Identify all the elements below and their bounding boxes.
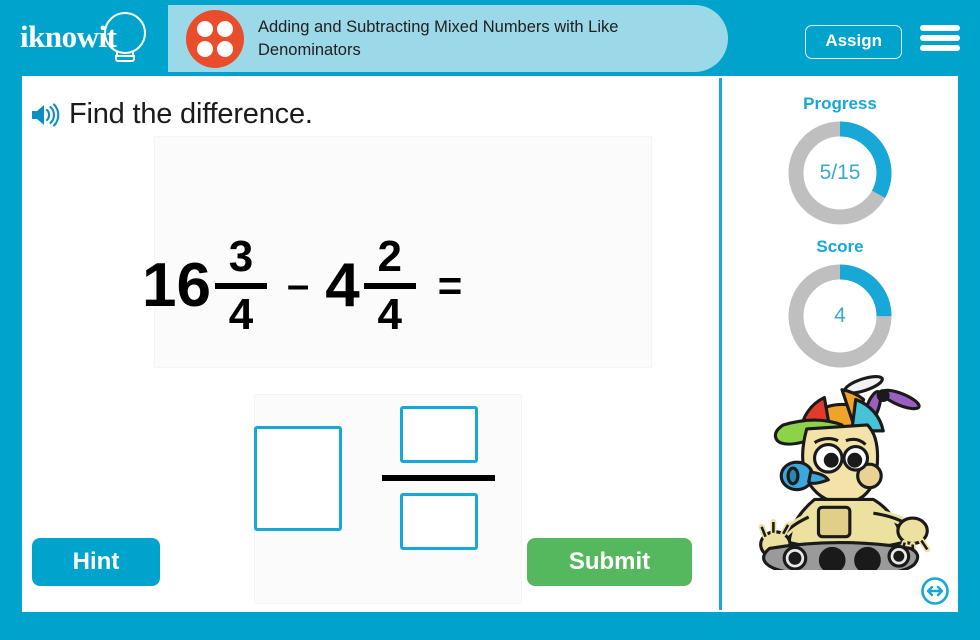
score-label: Score: [816, 237, 864, 256]
left-whole-number: 16: [142, 250, 211, 320]
question-prompt-text: Find the difference.: [69, 98, 313, 130]
answer-input-area: [254, 406, 495, 550]
math-equation: 16 3 4 – 4 2 4 =: [142, 234, 462, 338]
question-prompt-row: Find the difference.: [30, 98, 313, 131]
lesson-window: iknowit Adding and Subtracting Mixed Num…: [0, 0, 980, 640]
progress-value: 5/15: [819, 161, 861, 184]
right-fraction: 2 4: [363, 232, 416, 339]
robot-mascot-propeller-hat: [758, 374, 931, 570]
progress-label: Progress: [803, 94, 877, 113]
left-numerator: 3: [228, 232, 254, 281]
submit-button[interactable]: Submit: [527, 538, 692, 586]
right-numerator: 2: [377, 232, 402, 281]
lesson-title-strip: Adding and Subtracting Mixed Numbers wit…: [168, 5, 728, 72]
lightbulb-base-icon: [115, 55, 135, 62]
left-fraction: 3 4: [214, 232, 267, 339]
assign-button[interactable]: Assign: [805, 25, 902, 59]
status-sidebar: Progress 5/15 Score 4: [722, 76, 958, 612]
logo-wordmark: iknowit: [20, 19, 117, 54]
answer-fraction-group: [382, 406, 495, 550]
four-dots-icon: [186, 9, 244, 68]
answer-whole-input[interactable]: [254, 425, 342, 531]
hint-button[interactable]: Hint: [32, 538, 160, 586]
brand-logo[interactable]: iknowit: [0, 0, 168, 76]
app-header: iknowit Adding and Subtracting Mixed Num…: [0, 0, 980, 76]
score-value: 4: [834, 304, 846, 327]
answer-fraction-bar: [382, 475, 495, 481]
progress-meter: Progress 5/15: [722, 94, 958, 228]
right-denominator: 4: [377, 289, 402, 339]
left-fraction-bar: [214, 282, 267, 289]
score-ring: 4: [785, 261, 895, 371]
speaker-audio-icon[interactable]: [30, 102, 60, 128]
score-meter: Score 4: [722, 237, 958, 371]
answer-numerator-input[interactable]: [399, 406, 478, 463]
right-fraction-bar: [363, 282, 416, 289]
hamburger-menu-icon[interactable]: [920, 22, 960, 54]
left-denominator: 4: [228, 289, 254, 339]
question-panel: Find the difference. 16 3 4 – 4 2 4 = Hi…: [22, 76, 719, 612]
right-whole-number: 4: [325, 250, 360, 320]
equals-sign: =: [437, 261, 463, 309]
horizontal-resize-arrows-icon[interactable]: [920, 576, 950, 606]
lesson-stage: Find the difference. 16 3 4 – 4 2 4 = Hi…: [22, 76, 958, 612]
lesson-title: Adding and Subtracting Mixed Numbers wit…: [258, 18, 619, 59]
logo-graphic: iknowit: [14, 10, 154, 66]
progress-ring: 5/15: [785, 118, 895, 228]
answer-denominator-input[interactable]: [399, 493, 478, 550]
subtraction-operator: –: [286, 263, 310, 308]
